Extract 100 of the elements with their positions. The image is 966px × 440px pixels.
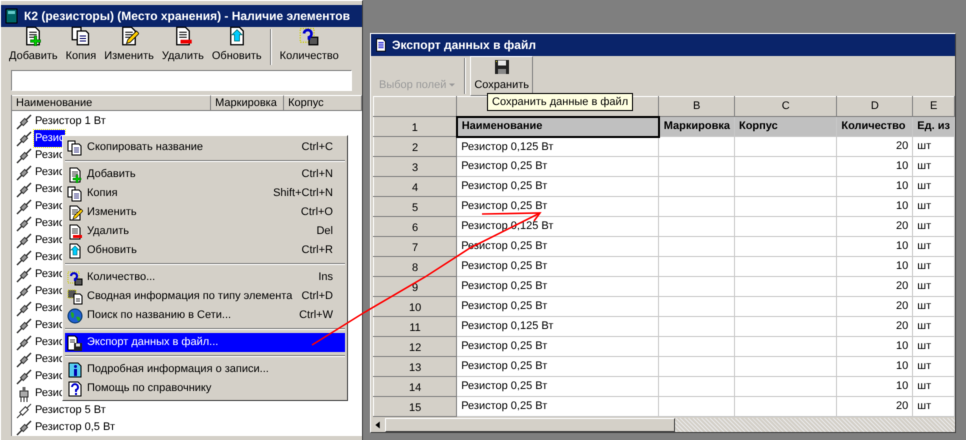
table-cell: шт: [912, 356, 954, 376]
filter-field[interactable]: [11, 70, 352, 91]
column-header[interactable]: Наименование: [12, 95, 212, 111]
row-number[interactable]: 1: [374, 116, 457, 136]
question-icon: [67, 270, 83, 286]
table-cell: Резистор 0,25 Вт: [456, 156, 659, 176]
table-cell: Резистор 0,25 Вт: [456, 336, 659, 356]
row-number[interactable]: 6: [374, 216, 457, 236]
row-number[interactable]: 13: [374, 356, 457, 376]
column-header[interactable]: Корпус: [284, 95, 362, 111]
table-cell: шт: [912, 396, 954, 416]
menu-item[interactable]: Экспорт данных в файл...: [65, 333, 345, 352]
table-cell: 20: [836, 276, 913, 296]
menu-item[interactable]: Поиск по названию в Сети... Ctrl+W: [65, 306, 345, 325]
resistor-icon: [16, 352, 32, 368]
table-cell: Резистор 0,125 Вт: [456, 316, 659, 336]
table-cell: Резистор 0,25 Вт: [456, 256, 659, 276]
summary-icon: [67, 288, 83, 304]
table-cell: 10: [836, 236, 913, 256]
toolbar-button[interactable]: Добавить: [5, 22, 62, 67]
column-letter[interactable]: C: [734, 96, 837, 116]
row-number[interactable]: 8: [374, 256, 457, 276]
floppy-icon: [494, 58, 510, 74]
column-letter[interactable]: B: [658, 96, 734, 116]
table-cell: 10: [836, 356, 913, 376]
export-icon: [67, 334, 83, 350]
row-number[interactable]: 3: [374, 156, 457, 176]
menu-item[interactable]: Количество... Ins: [65, 268, 345, 287]
resistor-icon: [16, 130, 32, 146]
row-number[interactable]: 15: [374, 396, 457, 416]
table-cell: шт: [912, 376, 954, 396]
resistor-icon: [16, 284, 32, 300]
toolbar-button[interactable]: Изменить: [100, 22, 158, 67]
resistor-icon: [16, 420, 32, 436]
table-cell: 10: [836, 196, 913, 216]
horizontal-scrollbar[interactable]: [371, 418, 955, 432]
column-letter[interactable]: E: [912, 96, 954, 116]
table-cell: шт: [912, 276, 954, 296]
list-item[interactable]: Резистор 1 Вт: [34, 113, 107, 130]
resistor-icon: [16, 334, 32, 350]
row-number[interactable]: 11: [374, 316, 457, 336]
add-document-icon: [23, 26, 44, 46]
list-item[interactable]: Резистор 0,5 Вт: [34, 419, 116, 436]
toolbar-button[interactable]: Обновить: [208, 22, 266, 67]
column-letter[interactable]: D: [836, 96, 913, 116]
row-number[interactable]: 14: [374, 376, 457, 396]
row-number[interactable]: 10: [374, 296, 457, 316]
resistor-icon: [16, 164, 32, 180]
table-cell: Резистор 0,125 Вт: [456, 136, 659, 156]
resistor-icon: [16, 114, 32, 130]
header-cell: Наименование: [456, 116, 659, 136]
resistor-icon: [16, 148, 32, 164]
document-arrow-icon: [67, 242, 83, 258]
table-cell: 20: [836, 316, 913, 336]
table-cell: 10: [836, 376, 913, 396]
table-cell: Резистор 0,25 Вт: [456, 356, 659, 376]
resistor-icon: [16, 250, 32, 266]
menu-item[interactable]: Подробная информация о записи...: [65, 360, 345, 379]
table-cell: шт: [912, 316, 954, 336]
table-cell: шт: [912, 256, 954, 276]
row-number[interactable]: 9: [374, 276, 457, 296]
header-cell: Маркировка: [658, 116, 734, 136]
table-cell: 10: [836, 256, 913, 276]
resistor-icon: [16, 368, 32, 384]
menu-item[interactable]: Помощь по справочнику: [65, 379, 345, 398]
header-cell: Ед. из: [912, 116, 954, 136]
table-cell: 20: [836, 216, 913, 236]
row-number[interactable]: 7: [374, 236, 457, 256]
header-cell: Корпус: [734, 116, 837, 136]
row-number[interactable]: 2: [374, 136, 457, 156]
menu-item[interactable]: Удалить Del: [65, 222, 345, 241]
menu-item[interactable]: Добавить Ctrl+N: [65, 165, 345, 184]
table-cell: Резистор 0,25 Вт: [456, 296, 659, 316]
toolbar-button[interactable]: Удалить: [158, 22, 208, 67]
book-icon: [4, 8, 20, 24]
scrollbar-thumb[interactable]: [385, 418, 675, 432]
resistor-icon: [16, 216, 32, 232]
table-cell: шт: [912, 196, 954, 216]
edit-icon: [67, 204, 83, 220]
list-item[interactable]: Резистор 5 Вт: [34, 402, 107, 419]
menu-item[interactable]: Сводная информация по типу элемента Ctrl+D: [65, 287, 345, 306]
add-document-icon: [67, 166, 83, 182]
resistor-icon: [16, 198, 32, 214]
menu-item[interactable]: Скопировать название Ctrl+C: [65, 138, 345, 157]
table-cell: шт: [912, 336, 954, 356]
row-number[interactable]: 4: [374, 176, 457, 196]
menu-item[interactable]: Копия Shift+Ctrl+N: [65, 184, 345, 203]
table-cell: Резистор 0,25 Вт: [456, 176, 659, 196]
column-header[interactable]: Маркировка: [211, 95, 284, 111]
toolbar-button[interactable]: Копия: [62, 22, 100, 67]
menu-item[interactable]: Обновить Ctrl+R: [65, 241, 345, 260]
toolbar-button[interactable]: Количество: [276, 22, 343, 67]
resistor-icon: [16, 232, 32, 248]
resistor-icon: [16, 318, 32, 334]
row-number[interactable]: 5: [374, 196, 457, 216]
menu-item[interactable]: Изменить Ctrl+O: [65, 203, 345, 222]
table-cell: Резистор 0,25 Вт: [456, 396, 659, 416]
caret-icon: [448, 80, 456, 89]
row-number[interactable]: 12: [374, 336, 457, 356]
document-icon: [374, 37, 388, 53]
